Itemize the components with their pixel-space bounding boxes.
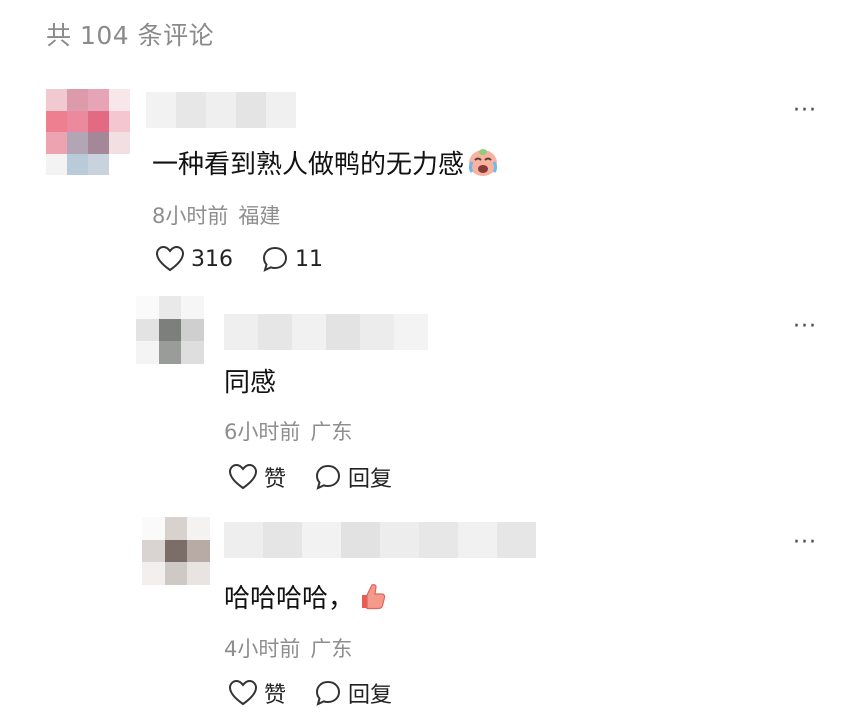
avatar-pixel (158, 296, 182, 319)
reply-actions: 赞 回复 (228, 677, 420, 709)
avatar-pixel (142, 539, 165, 563)
avatar-pixel (88, 89, 109, 111)
avatar-pixel (88, 132, 109, 154)
avatar-pixel (181, 341, 204, 364)
avatar[interactable] (46, 89, 130, 175)
avatar-pixel (181, 296, 204, 319)
avatar-pixel (88, 110, 109, 132)
username-blurred[interactable] (146, 92, 296, 128)
comment-text: 一种看到熟人做鸭的无力感 (152, 144, 500, 185)
reply-meta: 4小时前 广东 (224, 633, 362, 663)
like-button[interactable]: 赞 (228, 677, 286, 709)
like-count: 316 (191, 246, 233, 272)
avatar-pixel (67, 89, 88, 111)
reply-actions: 赞 回复 (228, 461, 420, 493)
crying-face-emoji-icon (466, 146, 500, 185)
comment-text-content: 一种看到熟人做鸭的无力感 (152, 150, 465, 180)
avatar-pixel (46, 110, 67, 132)
comment-actions: 316 11 (155, 245, 351, 273)
comment-meta: 8小时前 福建 (152, 200, 290, 230)
avatar-pixel (109, 153, 130, 175)
reply-label: 回复 (348, 683, 393, 708)
avatar-pixel (164, 517, 188, 540)
reply-label: 回复 (348, 467, 393, 492)
reply-count: 11 (295, 246, 323, 272)
avatar-pixel (109, 110, 130, 132)
like-button[interactable]: 赞 (228, 461, 286, 493)
username-blurred[interactable] (224, 522, 536, 558)
username-blurred[interactable] (224, 314, 428, 350)
avatar-pixel (46, 132, 67, 154)
avatar-pixel (136, 341, 159, 364)
like-label: 赞 (264, 683, 287, 708)
timestamp: 8小时前 (152, 204, 229, 228)
comment-bubble-icon (262, 246, 288, 272)
avatar-pixel (181, 318, 204, 342)
avatar-pixel (109, 89, 130, 111)
heart-icon (228, 679, 258, 706)
like-label: 赞 (264, 467, 287, 492)
location: 广东 (310, 637, 353, 661)
avatar-pixel (136, 296, 159, 319)
avatar-pixel (142, 517, 165, 540)
comment-count: 共 104 条评论 (46, 21, 215, 50)
like-button[interactable]: 316 (155, 245, 233, 273)
location: 福建 (238, 204, 281, 228)
avatar-pixel (158, 341, 182, 364)
avatar-pixel (46, 153, 67, 175)
timestamp: 6小时前 (224, 420, 301, 444)
avatar-pixel (88, 153, 109, 175)
avatar[interactable] (142, 517, 210, 585)
reply-text: 同感 (224, 368, 277, 398)
avatar-pixel (187, 562, 210, 585)
reply-button[interactable]: 11 (261, 245, 323, 273)
reply-button[interactable]: 回复 (314, 461, 392, 493)
location: 广东 (310, 420, 353, 444)
more-options-button[interactable]: ··· (793, 314, 817, 339)
avatar-pixel (187, 517, 210, 540)
reply-text-content: 哈哈哈哈， (224, 584, 355, 614)
reply-text: 哈哈哈哈， (224, 578, 388, 618)
more-options-button[interactable]: ··· (793, 530, 817, 555)
more-options-button[interactable]: ··· (793, 98, 817, 123)
heart-icon (155, 245, 185, 272)
avatar-pixel (67, 110, 88, 132)
avatar-pixel (164, 562, 188, 585)
avatar-pixel (136, 318, 159, 342)
heart-icon (228, 463, 258, 490)
avatar-pixel (67, 132, 88, 154)
avatar-pixel (187, 539, 210, 563)
reply-meta: 6小时前 广东 (224, 416, 362, 446)
avatar-pixel (164, 539, 188, 563)
thumbs-up-emoji-icon (356, 581, 388, 618)
avatar[interactable] (136, 296, 204, 364)
timestamp: 4小时前 (224, 637, 301, 661)
comment-bubble-icon (316, 464, 341, 490)
avatar-pixel (67, 153, 88, 175)
avatar-pixel (109, 132, 130, 154)
avatar-pixel (158, 318, 182, 342)
comment-bubble-icon (316, 680, 341, 706)
avatar-pixel (142, 562, 165, 585)
avatar-pixel (46, 89, 67, 111)
reply-button[interactable]: 回复 (314, 677, 392, 709)
